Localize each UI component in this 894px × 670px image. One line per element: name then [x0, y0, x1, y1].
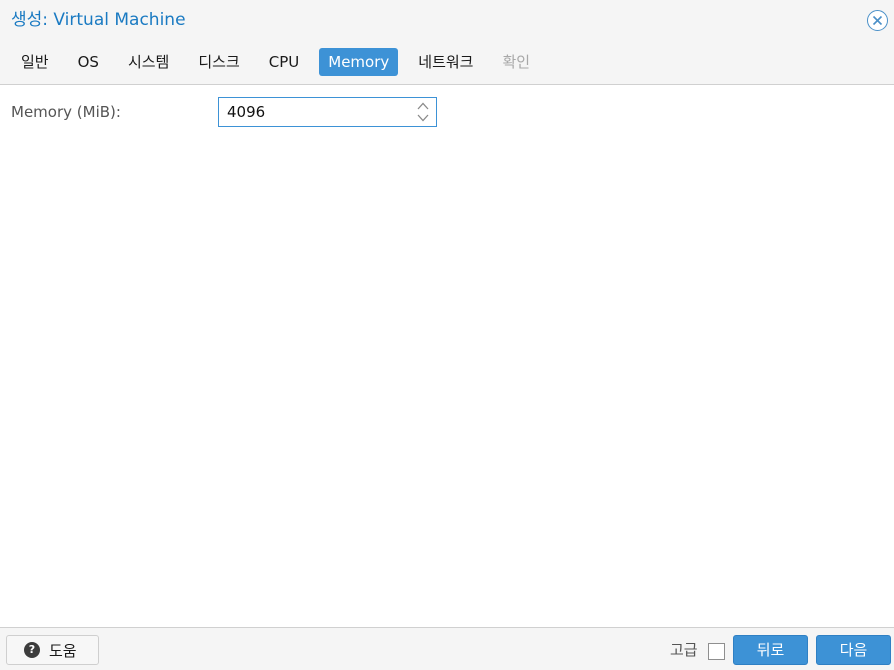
tab-cpu[interactable]: CPU: [260, 48, 309, 76]
tab-os[interactable]: OS: [69, 48, 108, 76]
next-button[interactable]: 다음: [816, 635, 891, 665]
memory-label: Memory (MiB):: [11, 103, 121, 121]
tab-system[interactable]: 시스템: [119, 48, 178, 76]
question-circle-icon: ?: [24, 642, 40, 658]
tab-memory[interactable]: Memory: [319, 48, 399, 76]
help-label: 도움: [49, 641, 77, 660]
dialog-footer: ? 도움 고급 뒤로 다음: [0, 627, 894, 670]
help-button[interactable]: ? 도움: [6, 635, 99, 665]
spin-down-button[interactable]: [416, 113, 430, 123]
spin-up-button[interactable]: [416, 101, 430, 111]
memory-input[interactable]: [219, 98, 409, 126]
memory-spinner[interactable]: [416, 101, 430, 123]
close-icon: [872, 15, 883, 26]
create-vm-dialog: 생성: Virtual Machine 일반 OS 시스템 디스크 CPU Me…: [0, 0, 894, 670]
wizard-tabs: 일반 OS 시스템 디스크 CPU Memory 네트워크 확인: [12, 48, 550, 76]
chevron-up-icon: [417, 102, 429, 110]
tab-general[interactable]: 일반: [12, 48, 58, 76]
advanced-checkbox[interactable]: [708, 643, 725, 660]
tab-network[interactable]: 네트워크: [409, 48, 482, 76]
back-button[interactable]: 뒤로: [733, 635, 808, 665]
tab-disk[interactable]: 디스크: [189, 48, 248, 76]
close-button[interactable]: [867, 10, 888, 31]
memory-stepper: [218, 97, 437, 127]
tab-confirm: 확인: [502, 53, 531, 71]
advanced-label: 고급: [670, 641, 698, 659]
dialog-title: 생성: Virtual Machine: [11, 10, 186, 30]
chevron-down-icon: [417, 114, 429, 122]
dialog-header: 생성: Virtual Machine 일반 OS 시스템 디스크 CPU Me…: [0, 0, 894, 85]
